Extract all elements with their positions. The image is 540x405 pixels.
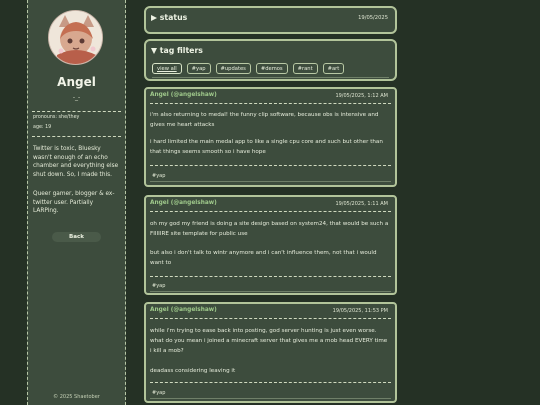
profile-bio: Twitter is toxic, Bluesky wasn't enough …	[33, 146, 119, 178]
status-date: 19/05/2025	[358, 15, 388, 21]
post-divider	[150, 211, 391, 212]
post-paragraph: deadass considering leaving it	[150, 368, 236, 374]
post-author[interactable]: Angel (@angelshaw)	[150, 307, 217, 313]
status-panel[interactable]: ▶ status 19/05/2025	[144, 6, 397, 34]
footer-copyright: © 2025 Shaetober	[53, 394, 100, 400]
post-divider	[150, 318, 391, 319]
status-toggle[interactable]: ▶ status	[151, 13, 187, 22]
tag-filter-art[interactable]: #art	[322, 63, 345, 74]
sidebar-divider	[32, 111, 121, 112]
profile-bio-tagline: Queer gamer, blogger & ex-twitter user. …	[33, 191, 115, 214]
back-button[interactable]: Back	[52, 232, 101, 242]
tag-filter-yap[interactable]: #yap	[186, 63, 211, 74]
tag-filter-view-all[interactable]: view all	[152, 63, 182, 74]
post-tag-link[interactable]: #yap	[152, 283, 165, 289]
profile-emote: -_-	[72, 94, 81, 101]
post-paragraph: while i'm trying to ease back into posti…	[150, 328, 388, 354]
profile-age: age: 19	[33, 125, 52, 130]
post-tag-underline	[150, 181, 391, 182]
post-author[interactable]: Angel (@angelshaw)	[150, 92, 217, 98]
avatar-art	[49, 11, 102, 64]
tag-filters-divider	[152, 77, 389, 78]
post-paragraph: oh my god my friend is doing a site desi…	[150, 221, 389, 237]
post-date: 19/05/2025, 1:12 AM	[335, 93, 388, 99]
tag-filter-rant[interactable]: #rant	[292, 63, 318, 74]
post-author[interactable]: Angel (@angelshaw)	[150, 200, 217, 206]
post-divider	[150, 103, 391, 104]
post-tag-link[interactable]: #yap	[152, 390, 165, 396]
post-divider	[150, 276, 391, 277]
post-tag-underline	[150, 291, 391, 292]
avatar	[48, 10, 103, 65]
tag-filter-demos[interactable]: #demos	[255, 63, 288, 74]
post-date: 19/05/2025, 11:53 PM	[332, 308, 388, 314]
post-paragraph: i'm also returning to medal! the funny c…	[150, 112, 379, 128]
post-date: 19/05/2025, 1:11 AM	[335, 201, 388, 207]
post-tag-underline	[150, 398, 391, 399]
post-paragraph: but also i don't talk to wintr anymore a…	[150, 250, 377, 266]
tag-filter-updates[interactable]: #updates	[215, 63, 251, 74]
profile-sidebar: Angel -_- pronouns: she/they age: 19 Twi…	[27, 0, 126, 405]
post-card: Angel (@angelshaw) 19/05/2025, 1:12 AM i…	[144, 87, 397, 187]
post-paragraph: i hard limited the main medal app to lik…	[150, 139, 383, 155]
tag-filter-list: view all #yap #updates #demos #rant #art	[152, 63, 345, 74]
post-divider	[150, 382, 391, 383]
profile-name: Angel	[57, 75, 96, 89]
sidebar-divider	[32, 136, 121, 137]
post-tag-link[interactable]: #yap	[152, 173, 165, 179]
post-card: Angel (@angelshaw) 19/05/2025, 1:11 AM o…	[144, 195, 397, 295]
tag-filters-toggle[interactable]: ▼ tag filters	[151, 46, 203, 55]
tag-filters-panel: ▼ tag filters view all #yap #updates #de…	[144, 39, 397, 81]
post-divider	[150, 165, 391, 166]
profile-pronouns: pronouns: she/they	[33, 115, 80, 120]
post-card: Angel (@angelshaw) 19/05/2025, 11:53 PM …	[144, 302, 397, 403]
